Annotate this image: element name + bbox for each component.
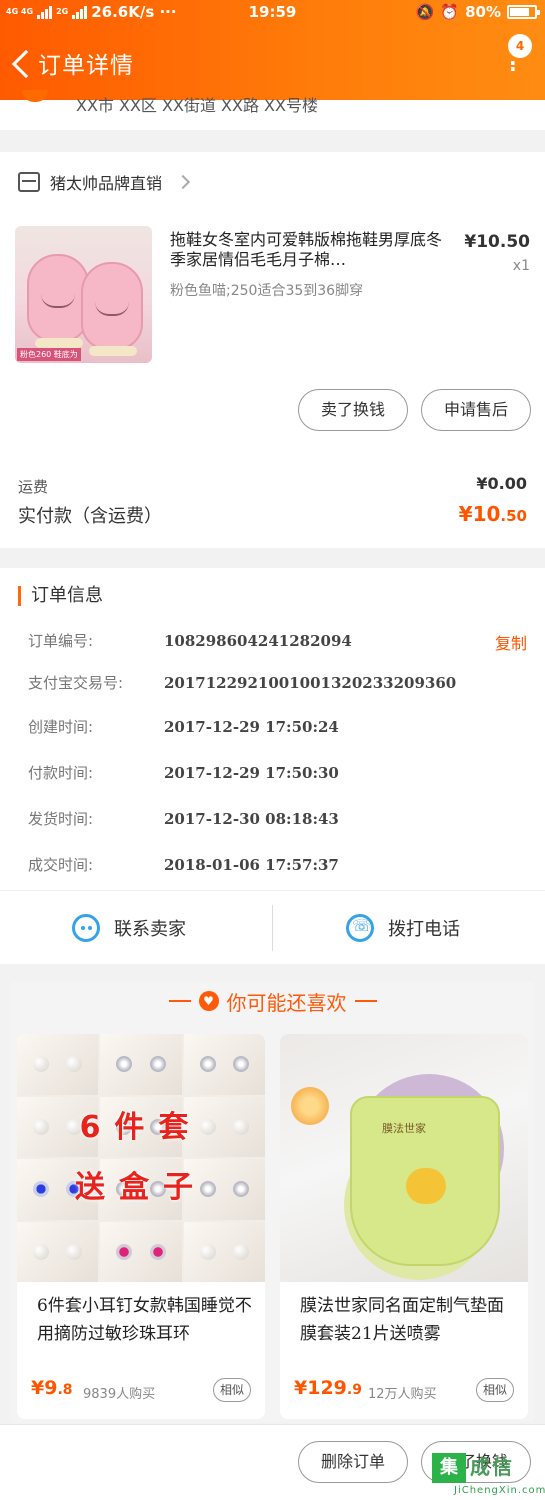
slipper-right — [81, 262, 143, 356]
recommend-sales: 9839人购买 — [83, 1387, 156, 1402]
create-time: 2017-12-29 17:50:24 — [164, 718, 339, 736]
title-line-left — [168, 1000, 191, 1002]
deal-time: 2018-01-06 17:57:37 — [164, 856, 339, 874]
sell-button[interactable]: 卖了换钱 — [298, 389, 408, 431]
paid-amount: ¥10.50 — [459, 502, 527, 526]
product-section: 猪太帅品牌直销 粉色260 鞋底为 拖鞋女冬室内可爱韩版棉拖鞋男厚底冬季家居情侣… — [0, 152, 545, 548]
earring-product-image — [17, 1034, 265, 1282]
bottom-action-bar: 删除订单 卖了换钱 集 成信 JiChengXin.com — [0, 1424, 545, 1500]
copy-button[interactable]: 复制 — [495, 630, 527, 654]
product-price: ¥10.50 — [464, 232, 530, 252]
order-detail-page: 4G 4G 2G 26.6K/s ··· 19:59 🔕 ⏰ 80% 订单详情 … — [0, 0, 545, 1500]
paid-dec: .50 — [500, 507, 527, 525]
shop-icon — [18, 172, 40, 192]
more-dots-icon: · · — [509, 51, 517, 81]
recommend-title-text: 膜法世家同名面定制气垫面膜套装21片送喷雾 — [300, 1296, 504, 1344]
recommend-sales: 12万人购买 — [368, 1387, 437, 1402]
recommend-price: ¥9.8 — [31, 1377, 73, 1399]
shipping-value: ¥0.00 — [476, 474, 527, 493]
after-sale-button[interactable]: 申请售后 — [421, 389, 531, 431]
recommend-title: ♥ 你可能还喜欢 — [10, 982, 535, 1020]
watermark-url: JiChengXin.com — [454, 1485, 545, 1496]
chat-icon — [72, 914, 100, 942]
similar-button[interactable]: 相似 — [212, 1378, 251, 1402]
info-label: 付款时间: — [28, 764, 94, 782]
pay-time: 2017-12-29 17:50:30 — [164, 764, 339, 782]
info-label: 订单编号: — [28, 632, 94, 650]
call-label: 拨打电话 — [388, 919, 460, 940]
recommend-price: ¥129.9 — [294, 1377, 362, 1399]
slipper-left — [27, 254, 89, 348]
similar-button[interactable]: 相似 — [475, 1378, 514, 1402]
thumbnail-tag: 粉色260 鞋底为 — [17, 348, 81, 361]
order-info-section: 订单信息 订单编号: 108298604241282094 复制 支付宝交易号:… — [0, 568, 545, 890]
call-button[interactable]: 拨打电话 — [346, 891, 460, 965]
back-button[interactable] — [10, 44, 36, 84]
location-icon — [22, 90, 48, 102]
info-label: 发货时间: — [28, 810, 94, 828]
contact-seller-button[interactable]: 联系卖家 — [72, 891, 186, 965]
contact-row: 联系卖家 拨打电话 — [0, 890, 545, 964]
alipay-trade-number: 2017122921001001320233209360 — [164, 674, 457, 692]
watermark-text: 成信 — [470, 1455, 514, 1479]
watermark-logo: 集 成信 JiChengXin.com — [428, 1449, 545, 1500]
watermark-box: 集 — [432, 1453, 466, 1483]
status-bar: 4G 4G 2G 26.6K/s ··· 19:59 🔕 ⏰ 80% — [0, 0, 545, 26]
header-bar: 4G 4G 2G 26.6K/s ··· 19:59 🔕 ⏰ 80% 订单详情 … — [0, 0, 545, 100]
contact-seller-label: 联系卖家 — [114, 919, 186, 940]
address-section[interactable]: XX市 XX区 XX街道 XX路 XX号楼 — [0, 90, 545, 130]
info-label: 支付宝交易号: — [28, 674, 124, 692]
mask-product-image: 膜法世家 — [280, 1034, 528, 1282]
page-title: 订单详情 — [38, 53, 134, 79]
product-title[interactable]: 拖鞋女冬室内可爱韩版棉拖鞋男厚底冬季家居情侣毛毛月子棉… — [170, 230, 452, 270]
heart-icon: ♥ — [198, 991, 219, 1011]
title-line-right — [354, 1000, 377, 1002]
product-thumbnail[interactable]: 粉色260 鞋底为 — [15, 226, 152, 363]
info-label: 成交时间: — [28, 856, 94, 874]
recommend-card[interactable]: 膜法世家 膜法世家同名面定制气垫面膜套装21片送喷雾 ¥129.9 12万人购买… — [280, 1034, 528, 1419]
delete-order-button[interactable]: 删除订单 — [298, 1441, 408, 1483]
recommend-section: ♥ 你可能还喜欢 6件套 送盒子 6件套小耳钉女款韩国睡觉不用摘防过敏珍珠耳环 … — [10, 982, 535, 1422]
recommend-title-text: 6件套小耳钉女款韩国睡觉不用摘防过敏珍珠耳环 — [37, 1296, 252, 1344]
more-menu-button[interactable]: 4 · · — [490, 30, 536, 80]
battery-icon — [507, 5, 540, 19]
paid-int: ¥10 — [458, 502, 501, 526]
order-number: 108298604241282094 — [164, 632, 352, 650]
divider — [272, 905, 273, 951]
shop-link[interactable]: 猪太帅品牌直销 — [18, 170, 191, 194]
recommend-card[interactable]: 6件套 送盒子 6件套小耳钉女款韩国睡觉不用摘防过敏珍珠耳环 ¥9.8 9839… — [17, 1034, 265, 1419]
shipping-label: 运费 — [18, 478, 49, 496]
phone-icon — [346, 914, 374, 942]
info-label: 创建时间: — [28, 718, 94, 736]
mask-brand-logo: 膜法世家 — [382, 1122, 426, 1135]
flower-decoration — [288, 1084, 332, 1128]
image-text-box: 送盒子 — [75, 1170, 207, 1205]
shop-name: 猪太帅品牌直销 — [50, 174, 163, 193]
image-text-set: 6件套 — [79, 1110, 203, 1145]
paid-label: 实付款（含运费） — [18, 506, 162, 527]
mute-icon: 🔕 — [415, 3, 435, 21]
status-right: 🔕 ⏰ 80% — [415, 3, 540, 21]
order-info-title: 订单信息 — [18, 586, 103, 606]
address-text: XX市 XX区 XX街道 XX路 XX号楼 — [76, 96, 318, 115]
recommend-title-text: 你可能还喜欢 — [226, 990, 347, 1015]
alarm-icon: ⏰ — [440, 3, 460, 21]
product-quantity: x1 — [512, 258, 530, 274]
ship-time: 2017-12-30 08:18:43 — [164, 810, 339, 828]
product-sku: 粉色鱼喵;250适合35到36脚穿 — [170, 283, 364, 299]
battery-percent: 80% — [465, 3, 501, 21]
chevron-right-icon — [175, 174, 191, 190]
